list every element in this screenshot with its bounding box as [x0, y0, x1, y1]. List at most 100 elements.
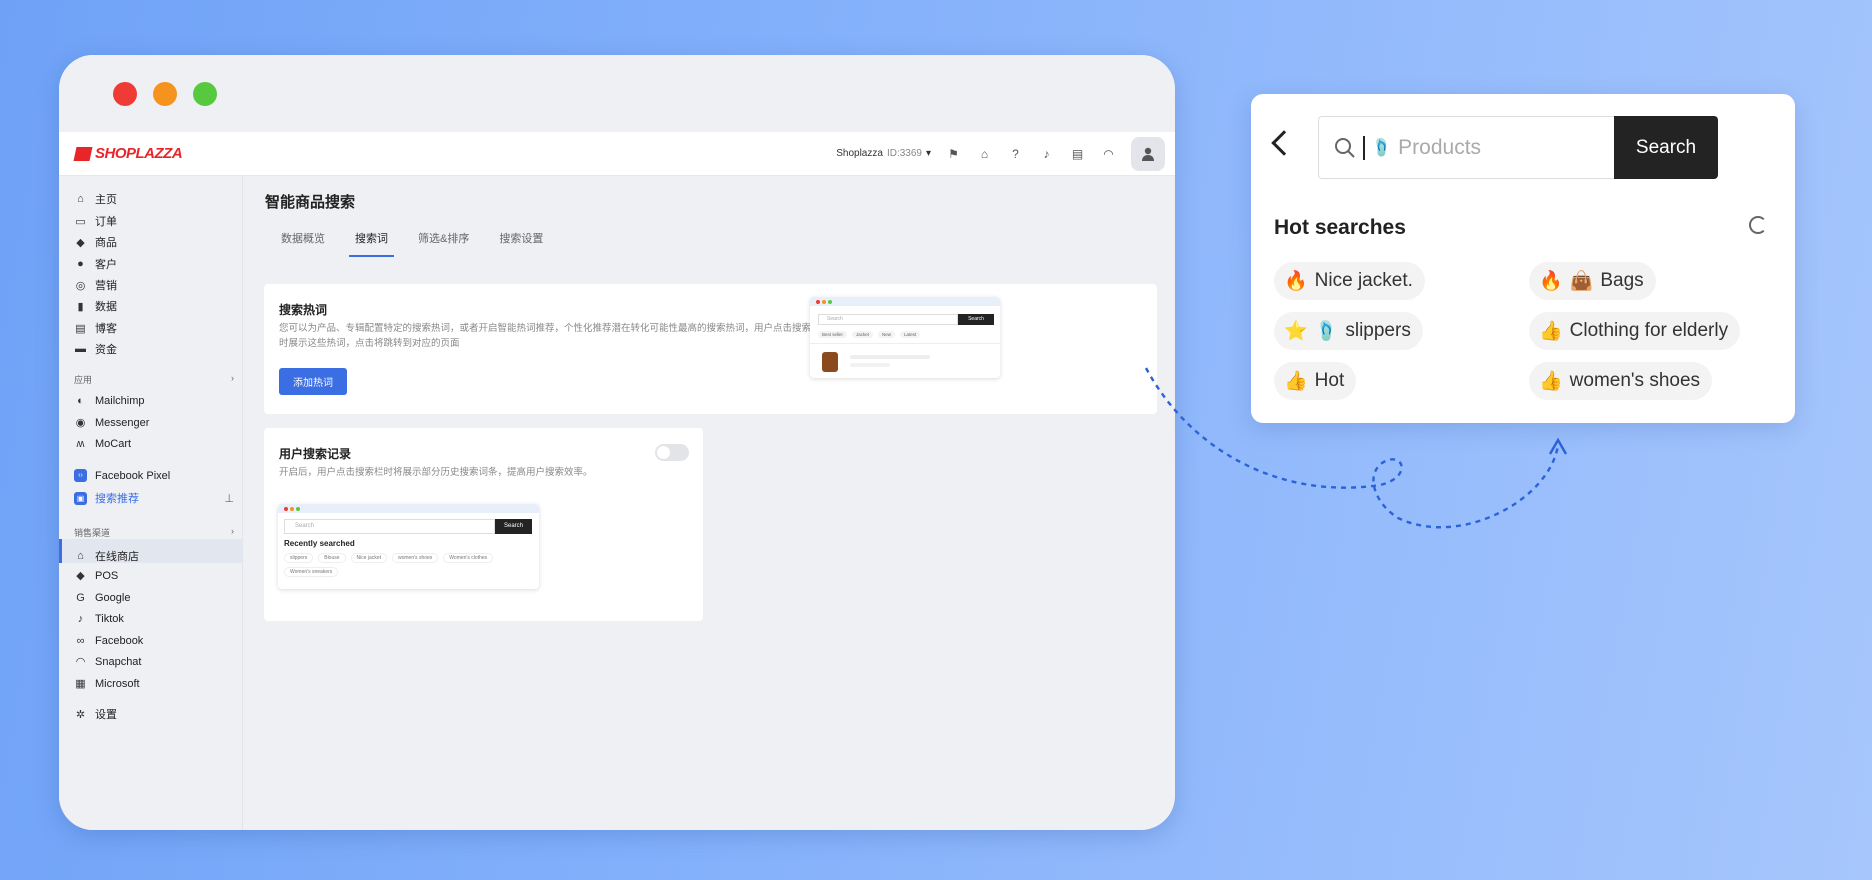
sidebar-item-mocart[interactable]: ʍ MoCart: [74, 437, 132, 450]
sidebar-item-tiktok[interactable]: ♪ Tiktok: [74, 612, 124, 625]
preview-chips: Best seller Jacket New Latest: [818, 331, 921, 338]
home-icon: ⌂: [77, 193, 84, 205]
fire-hot-icon: 🔥: [1284, 271, 1308, 292]
sidebar-item-analytics[interactable]: ▮ 数据: [74, 298, 117, 314]
chip-label: Clothing for elderly: [1569, 320, 1729, 341]
message-icon[interactable]: ▤: [1069, 145, 1086, 162]
preview-chip: women's shoes: [391, 553, 439, 563]
sidebar-item-orders[interactable]: ▭ 订单: [74, 213, 117, 229]
help-icon[interactable]: ?: [1007, 145, 1024, 162]
tab-overview[interactable]: 数据概览: [281, 230, 325, 246]
sidebar-item-settings[interactable]: ✲ 设置: [74, 706, 117, 722]
sidebar-item-microsoft[interactable]: ▦ Microsoft: [74, 677, 139, 691]
bag-icon: 👜: [1569, 271, 1594, 292]
tab-filter-sort[interactable]: 筛选&排序: [418, 230, 469, 246]
search-history-toggle[interactable]: [655, 444, 689, 461]
preview-dot: [822, 300, 826, 304]
sidebar-item-customers[interactable]: ● 客户: [74, 256, 117, 272]
preview-titlebar: [278, 504, 539, 513]
refresh-icon[interactable]: [1749, 216, 1767, 234]
hot-words-card: 搜索热词 您可以为产品、专辑配置特定的搜索热词，或者开启智能热词推荐，个性化推荐…: [264, 284, 1157, 414]
sidebar-item-marketing[interactable]: ◎ 营销: [74, 277, 117, 293]
sidebar-item-finance[interactable]: ▬ 资金: [74, 341, 117, 357]
sidebar-item-online-store[interactable]: ⌂ 在线商店: [74, 548, 139, 564]
wifi-icon[interactable]: ◠: [1100, 145, 1117, 162]
mailchimp-icon: ◐: [77, 394, 84, 407]
preview-divider: [810, 343, 1000, 344]
hot-chip[interactable]: 👍 Hot: [1274, 362, 1357, 400]
search-app-icon: ▣: [74, 491, 87, 505]
preview-text-line: [850, 355, 930, 359]
arrowhead-icon: [1548, 437, 1568, 455]
sidebar: ⌂ 主页 ▭ 订单 ◆ 商品 ● 客户 ◎ 营销 ▮ 数据 ▤ 博客 ▬ 资金 应用 › ◐ Mai…: [59, 176, 243, 830]
page-title: 智能商品搜索: [265, 194, 356, 211]
search-button[interactable]: Search: [1614, 116, 1718, 179]
sidebar-item-label: 营销: [95, 280, 117, 292]
maximize-window-button[interactable]: [193, 82, 217, 106]
back-arrow-icon[interactable]: [1271, 130, 1297, 156]
search-input[interactable]: 🩴 Products: [1318, 116, 1614, 179]
preview-chip: Jacket: [852, 331, 874, 338]
tiktok-icon: ♪: [77, 612, 84, 625]
shoplazza-logo[interactable]: SHOPLAZZA: [73, 145, 183, 162]
sidebar-item-products[interactable]: ◆ 商品: [74, 234, 117, 250]
store-id: ID:3369: [886, 148, 922, 159]
sidebar-item-search-recommend[interactable]: ▣ 搜索推荐 ⊥: [74, 490, 234, 506]
hot-chip[interactable]: 👍 Clothing for elderly: [1529, 312, 1741, 350]
preview-dot: [284, 507, 288, 511]
sidebar-item-messenger[interactable]: ◉ Messenger: [74, 416, 150, 430]
hot-chip[interactable]: 👍 women's shoes: [1529, 362, 1713, 400]
mocart-icon: ʍ: [76, 437, 85, 450]
search-icon: [1335, 137, 1355, 158]
sidebar-item-facebook[interactable]: ∞ Facebook: [74, 634, 144, 647]
minimize-window-button[interactable]: [153, 82, 177, 106]
code-icon: ‹›: [74, 469, 87, 482]
avatar[interactable]: [1131, 136, 1165, 171]
close-window-button[interactable]: [113, 82, 137, 106]
preview-titlebar: [810, 297, 1000, 306]
pin-icon[interactable]: ⊥: [224, 492, 234, 505]
preview-chip: Women's clothes: [443, 553, 494, 563]
sidebar-item-facebook-pixel[interactable]: ‹› Facebook Pixel: [74, 469, 170, 482]
sidebar-item-label: 主页: [95, 194, 117, 206]
sidebar-item-home[interactable]: ⌂ 主页: [74, 191, 117, 207]
sidebar-item-snapchat[interactable]: ◠ Snapchat: [74, 655, 142, 669]
sidebar-item-label: Facebook Pixel: [95, 469, 171, 482]
preview-text-line: [850, 363, 890, 367]
description-line: 时展示这些热词，点击将跳转到对应的页面: [279, 338, 460, 349]
preview-dot: [290, 507, 294, 511]
hot-chip[interactable]: 🔥 👜 Bags: [1529, 262, 1656, 300]
tab-search-settings[interactable]: 搜索设置: [499, 230, 543, 246]
slipper-icon: 🩴: [1314, 321, 1339, 342]
bell-icon[interactable]: ♪: [1038, 145, 1055, 162]
sidebar-item-label: MoCart: [95, 437, 132, 450]
store-selector[interactable]: Shoplazza ID:3369 ▾: [836, 148, 931, 159]
flag-icon[interactable]: ⚑: [945, 145, 962, 162]
channels-section-header[interactable]: 销售渠道 ›: [74, 526, 234, 539]
search-placeholder: Products: [1398, 135, 1482, 159]
store-icon[interactable]: ⌂: [976, 145, 993, 162]
apps-section-header[interactable]: 应用 ›: [74, 373, 234, 386]
messenger-icon: ◉: [75, 417, 86, 429]
preview-dot: [828, 300, 832, 304]
logo-mark-icon: [73, 146, 93, 161]
search-history-preview: Search Search Recently searched slippers…: [278, 504, 539, 589]
preview-chip: New: [878, 331, 896, 338]
preview-search-input: Search: [284, 519, 495, 534]
tab-search-terms[interactable]: 搜索词: [349, 230, 394, 257]
card-title: 搜索热词: [279, 303, 328, 317]
target-icon: ◎: [75, 279, 86, 292]
add-hot-word-button[interactable]: 添加热词: [279, 368, 347, 395]
section-label: 销售渠道: [74, 528, 111, 538]
blog-icon: ▤: [75, 322, 86, 335]
hot-chip[interactable]: 🔥 Nice jacket.: [1274, 262, 1425, 300]
sidebar-item-mailchimp[interactable]: ◐ Mailchimp: [74, 394, 144, 407]
sidebar-item-pos[interactable]: ◆ POS: [74, 569, 118, 583]
sidebar-item-label: Tiktok: [95, 612, 124, 625]
sidebar-item-label: Messenger: [95, 416, 150, 429]
preview-chips: slippers Blouse Nice jacket women's shoe…: [284, 553, 534, 577]
hot-chip[interactable]: ⭐ 🩴 slippers: [1274, 312, 1423, 350]
sidebar-item-blog[interactable]: ▤ 博客: [74, 320, 117, 336]
sidebar-item-google[interactable]: G Google: [74, 591, 130, 604]
sidebar-item-label: Facebook: [95, 634, 144, 647]
